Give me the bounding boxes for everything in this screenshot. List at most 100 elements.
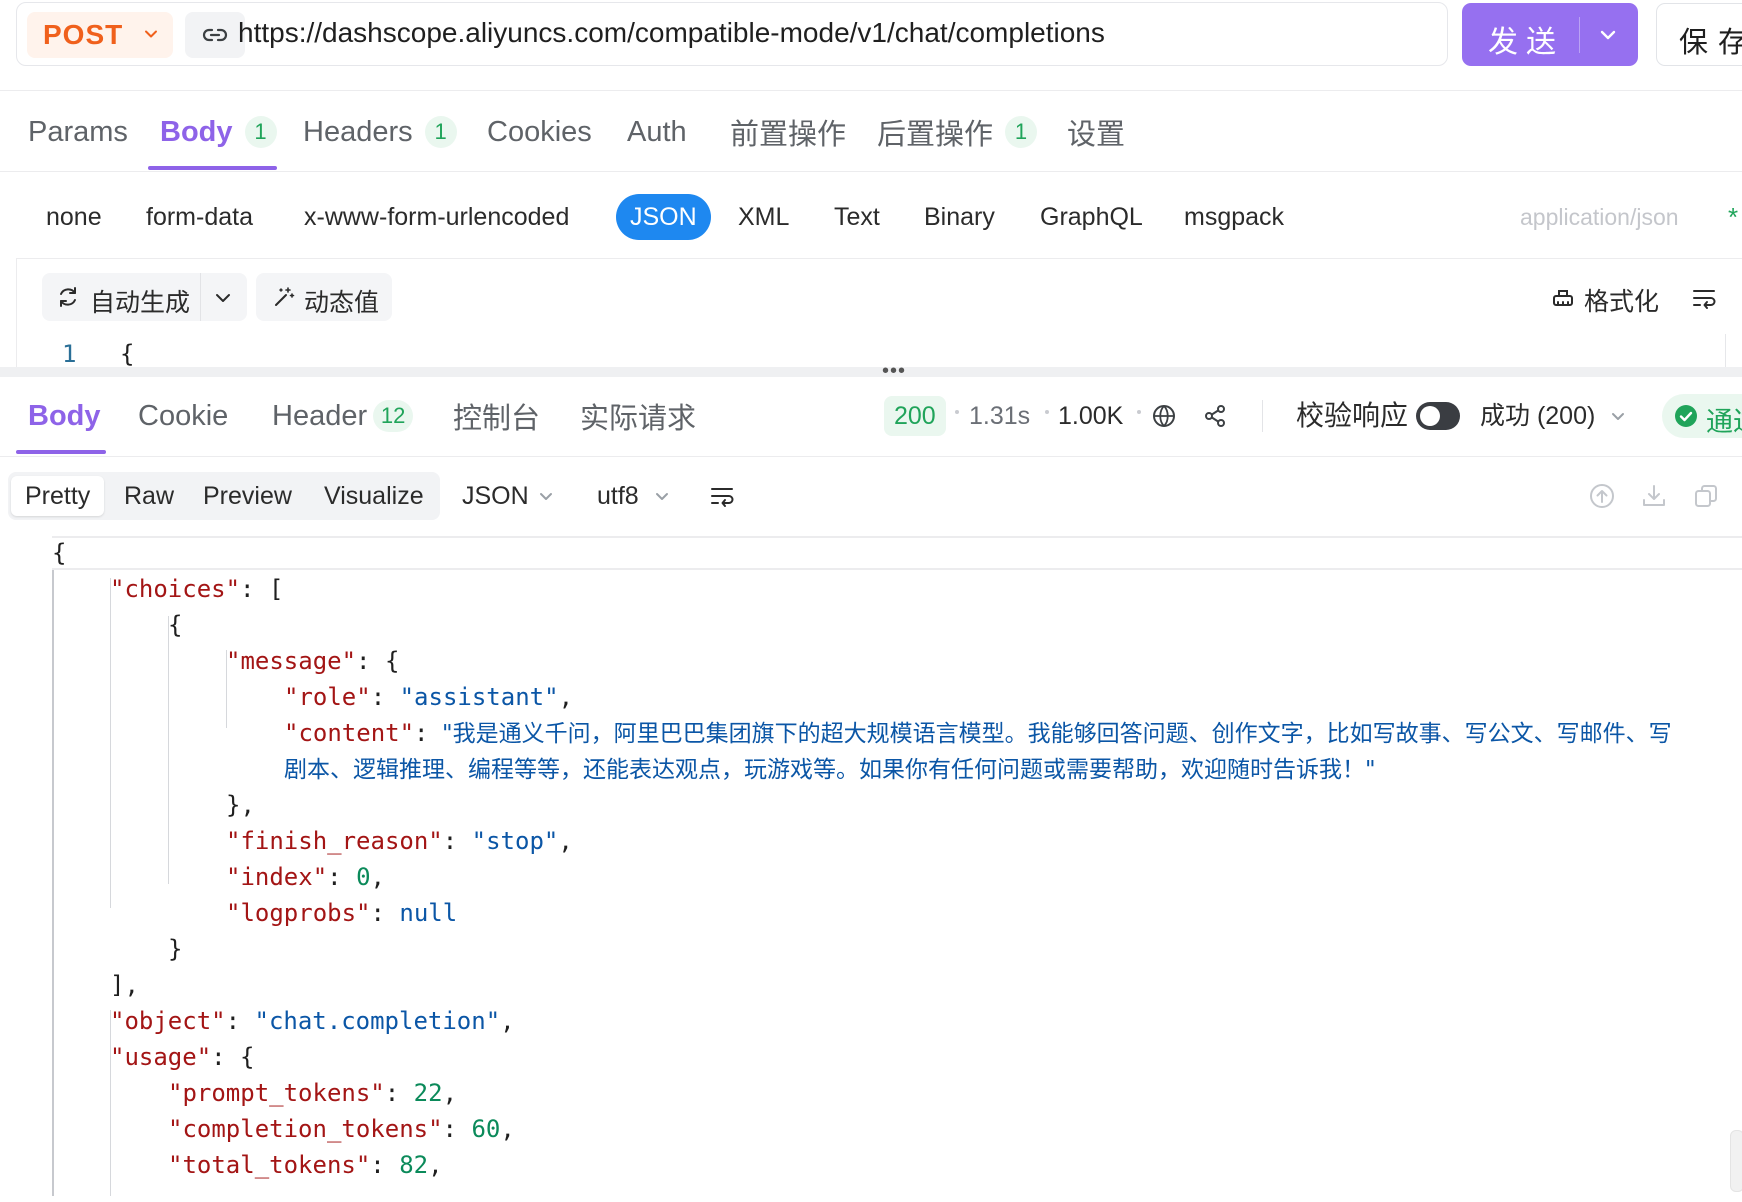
active-tab-indicator (148, 166, 277, 170)
code-line: "finish_reason": "stop", (226, 827, 573, 855)
broom-icon (1553, 290, 1573, 306)
json-key: "usage" (110, 1043, 212, 1071)
tab-pre-operations[interactable]: 前置操作 (730, 112, 846, 152)
view-mode-pretty[interactable]: Pretty (11, 476, 105, 516)
code-line: "message": { (226, 647, 400, 675)
chevron-down-icon[interactable] (536, 486, 556, 506)
word-wrap-icon[interactable] (708, 482, 736, 510)
method-label: POST (43, 19, 124, 50)
code-line: "index": 0, (226, 863, 385, 891)
code-line: "usage": { (110, 1043, 255, 1071)
tab-params[interactable]: Params (28, 112, 128, 152)
validate-response-toggle[interactable] (1416, 402, 1460, 430)
send-button[interactable]: 发送 (1462, 3, 1638, 66)
encoding-select[interactable]: utf8 (597, 480, 639, 512)
tab-auth[interactable]: Auth (627, 112, 687, 152)
drag-handle-icon[interactable]: ••• (882, 360, 906, 383)
body-type-urlencoded[interactable]: x-www-form-urlencoded (304, 194, 569, 240)
link-button[interactable] (185, 12, 245, 58)
scrollbar-thumb[interactable] (1730, 1130, 1742, 1192)
indent-guide (110, 1010, 111, 1196)
code-line: "completion_tokens": 60, (168, 1115, 515, 1143)
json-null: null (399, 899, 458, 927)
response-tabs: Body Cookie Header 12 控制台 实际请求 200 1.31s… (0, 394, 1742, 456)
response-status-select[interactable]: 成功 (200) (1480, 396, 1595, 436)
response-tab-console[interactable]: 控制台 (453, 396, 540, 436)
tab-label: 后置操作 (877, 119, 994, 151)
chevron-down-icon[interactable] (1596, 23, 1620, 47)
body-type-xml[interactable]: XML (738, 194, 789, 240)
method-select[interactable]: POST (27, 12, 173, 58)
body-type-msgpack[interactable]: msgpack (1184, 194, 1284, 240)
panel-resize-handle[interactable] (0, 367, 1742, 377)
tab-post-operations[interactable]: 后置操作 1 (877, 112, 1038, 152)
body-type-text[interactable]: Text (834, 194, 880, 240)
validation-pass-label: 通过 (1706, 407, 1742, 437)
tab-body[interactable]: Body 1 (160, 112, 277, 152)
code-line: { (168, 611, 183, 639)
json-key: "total_tokens" (168, 1151, 371, 1179)
auto-generate-button[interactable]: 自动生成 (42, 273, 247, 321)
response-tab-actual-request[interactable]: 实际请求 (580, 396, 696, 436)
tab-count-badge: 1 (244, 116, 277, 148)
format-button[interactable]: 格式化 (1550, 273, 1660, 321)
code-line: "prompt_tokens": 22, (168, 1079, 458, 1107)
upload-icon[interactable] (1588, 482, 1616, 510)
word-wrap-icon[interactable] (1690, 284, 1718, 312)
tab-settings[interactable]: 设置 (1067, 112, 1125, 152)
body-type-form-data[interactable]: form-data (146, 194, 253, 240)
code-line: { (52, 539, 67, 567)
view-mode-raw[interactable]: Raw (124, 476, 174, 516)
send-label: 发送 (1488, 26, 1564, 59)
response-tab-header[interactable]: Header 12 (272, 396, 414, 436)
url-input[interactable]: https://dashscope.aliyuncs.com/compatibl… (238, 17, 1105, 49)
globe-icon[interactable] (1150, 402, 1178, 430)
tab-label: Params (28, 115, 128, 148)
view-mode-segmented: Pretty Raw Preview Visualize (8, 472, 440, 520)
toggle-knob (1420, 406, 1440, 426)
view-mode-preview[interactable]: Preview (203, 476, 292, 516)
copy-icon[interactable] (1692, 482, 1720, 510)
json-number: 60 (471, 1115, 501, 1143)
magic-wand-icon (275, 287, 295, 306)
body-type-binary[interactable]: Binary (924, 194, 995, 240)
json-key: "finish_reason" (226, 827, 443, 855)
chevron-down-icon[interactable] (1608, 406, 1628, 426)
tab-label: Cookies (487, 115, 592, 148)
json-key: "logprobs" (226, 899, 371, 927)
format-select[interactable]: JSON (462, 480, 529, 512)
code-line: "object": "chat.completion", (110, 1007, 515, 1035)
link-icon (202, 28, 228, 42)
dynamic-value-button[interactable]: 动态值 (256, 273, 392, 321)
save-button[interactable]: 保存 (1656, 3, 1742, 66)
tab-cookies[interactable]: Cookies (487, 112, 592, 152)
tab-label: Header (272, 399, 368, 432)
indent-guide (168, 616, 169, 884)
chevron-down-icon[interactable] (652, 486, 672, 506)
content-type-label: application/json (1520, 204, 1679, 230)
share-icon[interactable] (1201, 402, 1229, 430)
line-number: 1 (62, 340, 77, 368)
tab-headers[interactable]: Headers 1 (303, 112, 457, 152)
body-type-graphql[interactable]: GraphQL (1040, 194, 1143, 240)
json-number: 22 (413, 1079, 443, 1107)
chevron-down-icon[interactable] (212, 287, 234, 309)
view-mode-visualize[interactable]: Visualize (324, 476, 424, 516)
json-string: 剧本、逻辑推理、编程等等，还能表达观点，玩游戏等。如果你有任何问题或需要帮助，欢… (284, 757, 1376, 783)
validation-pass-badge: 通过 (1662, 394, 1742, 438)
json-string: "stop" (471, 827, 559, 855)
indent-guide (52, 570, 54, 1196)
url-box: POST https://dashscope.aliyuncs.com/comp… (16, 2, 1448, 66)
validate-response-label: 校验响应 (1296, 400, 1409, 431)
request-body-code[interactable]: { (120, 340, 134, 368)
response-body-viewer[interactable]: { "choices": [ { "message": { "role": "a… (0, 536, 1742, 1196)
body-type-json[interactable]: JSON (616, 194, 711, 240)
check-circle-icon (1675, 405, 1697, 427)
body-type-none[interactable]: none (46, 194, 102, 240)
response-size: 1.00K (1058, 402, 1124, 430)
format-label: 格式化 (1584, 288, 1660, 316)
download-icon[interactable] (1640, 482, 1668, 510)
divider (1262, 400, 1263, 432)
response-tab-cookie[interactable]: Cookie (138, 396, 228, 436)
response-tab-body[interactable]: Body (28, 396, 101, 436)
